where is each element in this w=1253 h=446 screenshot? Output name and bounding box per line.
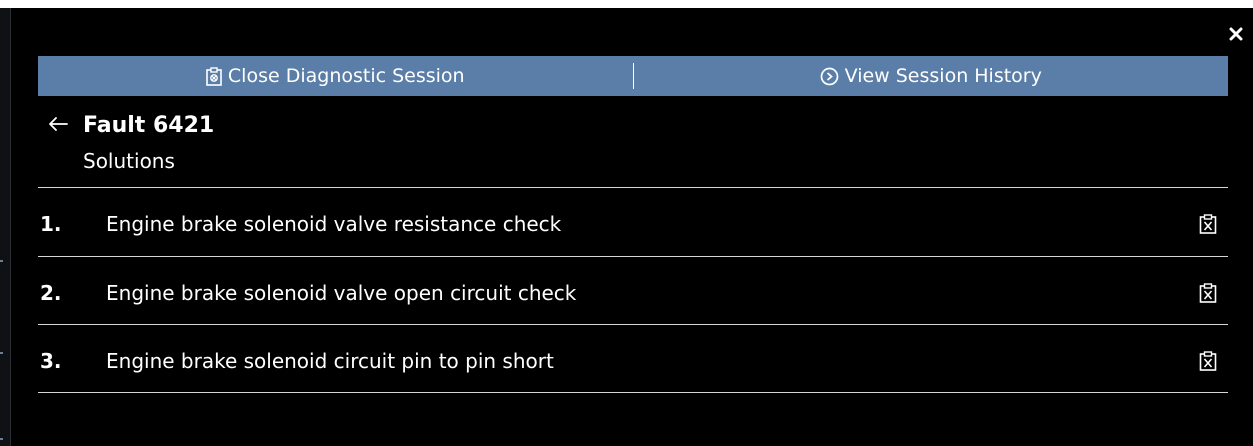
solution-row-1[interactable]: 1. Engine brake solenoid valve resistanc… xyxy=(38,190,1228,258)
solution-row-3[interactable]: 3. Engine brake solenoid circuit pin to … xyxy=(38,327,1228,395)
solution-number: 3. xyxy=(40,349,62,373)
session-action-bar: Close Diagnostic Session View Session Hi… xyxy=(38,56,1228,96)
clipboard-icon xyxy=(206,66,222,86)
clipboard-x-icon[interactable] xyxy=(1196,281,1220,305)
solution-label: Engine brake solenoid valve resistance c… xyxy=(106,212,562,236)
row-divider xyxy=(38,256,1228,257)
background-edge xyxy=(0,8,11,446)
close-diagnostic-session-label: Close Diagnostic Session xyxy=(227,65,465,87)
view-session-history-label: View Session History xyxy=(844,65,1042,87)
circle-chevron-icon xyxy=(820,67,839,86)
diagnostic-panel: Close Diagnostic Session View Session Hi… xyxy=(11,8,1253,446)
close-diagnostic-session-button[interactable]: Close Diagnostic Session xyxy=(38,56,633,96)
clipboard-x-icon[interactable] xyxy=(1196,349,1220,373)
header-divider xyxy=(38,187,1228,188)
back-arrow-icon[interactable] xyxy=(46,112,70,136)
solution-number: 2. xyxy=(40,281,62,305)
solution-number: 1. xyxy=(40,212,62,236)
fault-title: Fault 6421 xyxy=(83,113,215,138)
window-top-edge xyxy=(0,0,1253,8)
clipboard-x-icon[interactable] xyxy=(1196,212,1220,236)
solution-row-2[interactable]: 2. Engine brake solenoid valve open circ… xyxy=(38,259,1228,327)
solution-label: Engine brake solenoid valve open circuit… xyxy=(106,281,577,305)
close-icon-glyph xyxy=(1229,27,1243,41)
row-divider xyxy=(38,392,1228,393)
view-session-history-button[interactable]: View Session History xyxy=(634,56,1229,96)
solution-label: Engine brake solenoid circuit pin to pin… xyxy=(106,349,554,373)
app-window: Close Diagnostic Session View Session Hi… xyxy=(0,0,1253,446)
row-divider xyxy=(38,324,1228,325)
close-icon[interactable] xyxy=(1229,24,1243,46)
fault-subtitle: Solutions xyxy=(83,149,175,173)
